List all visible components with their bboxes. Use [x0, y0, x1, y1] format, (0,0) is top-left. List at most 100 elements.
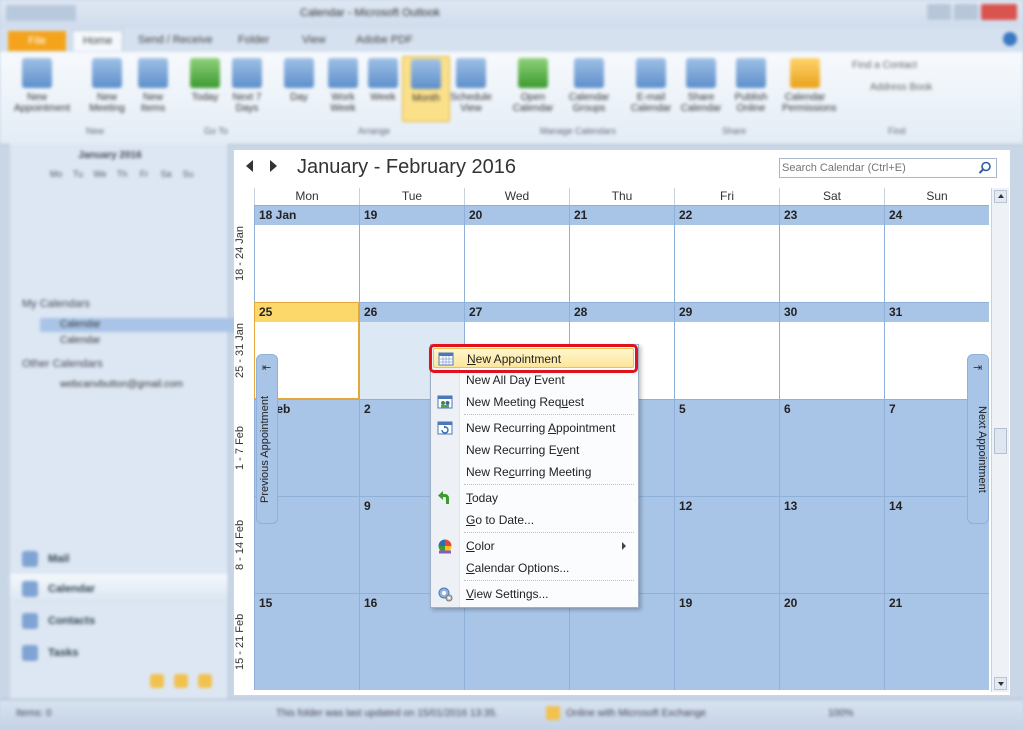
week-label-text: 8 - 14 Feb — [234, 519, 246, 570]
scroll-down-arrow-icon[interactable] — [994, 677, 1007, 690]
day-name: Wed — [464, 188, 569, 205]
day-cell[interactable]: 21 — [569, 205, 674, 302]
next-7-days-ribbon-button[interactable]: Next 7 Days — [224, 56, 270, 114]
mini-weekday: Fr — [139, 169, 149, 179]
search-input[interactable] — [782, 160, 972, 176]
back-arrow-icon[interactable] — [246, 160, 253, 172]
day-cell[interactable]: 24 — [884, 205, 989, 302]
ribbon-label: New Items — [140, 92, 166, 114]
mini-weekday: Tu — [72, 169, 84, 179]
scroll-thumb[interactable] — [994, 428, 1007, 454]
menu-item-view-settings[interactable]: View Settings... — [433, 584, 634, 604]
find-contact-input[interactable]: Find a Contact — [852, 60, 917, 71]
day-cell[interactable]: 13 — [779, 496, 884, 593]
day-cell[interactable]: 19 — [359, 205, 464, 302]
open-calendar-ribbon-button[interactable]: Open Calendar — [510, 56, 556, 114]
day-view-icon — [284, 58, 314, 88]
tab-view[interactable]: View — [302, 34, 326, 46]
tab-home[interactable]: Home — [72, 30, 124, 51]
close-button[interactable] — [981, 4, 1017, 20]
day-cell[interactable]: 18 Jan — [254, 205, 359, 302]
tab-send-receive[interactable]: Send / Receive — [138, 34, 213, 46]
new-meeting-ribbon-button[interactable]: New Meeting — [84, 56, 130, 114]
nav-contacts-button[interactable]: Contacts — [10, 606, 228, 636]
menu-item-new-meeting-request[interactable]: New Meeting Request — [433, 392, 634, 412]
day-cell[interactable]: 19 — [674, 593, 779, 690]
nav-button-label: Tasks — [48, 647, 79, 659]
calendar-item[interactable]: webcanvbutton@gmail.com — [40, 378, 245, 392]
address-book-button[interactable]: Address Book — [870, 82, 932, 93]
meeting-icon — [437, 395, 453, 409]
calendar-groups-ribbon-button[interactable]: Calendar Groups — [566, 56, 612, 114]
day-cell[interactable]: 29 — [674, 302, 779, 399]
day-cell[interactable]: 12 — [674, 496, 779, 593]
menu-separator — [464, 580, 634, 581]
day-cell[interactable]: 21 — [884, 593, 989, 690]
schedule-view-ribbon-button[interactable]: Schedule View — [448, 56, 494, 114]
search-field[interactable] — [779, 158, 997, 178]
menu-item-new-recurring-event[interactable]: New Recurring Event — [433, 440, 634, 460]
week-ribbon-button[interactable]: Week — [360, 56, 406, 103]
share-calendar-ribbon-button[interactable]: Share Calendar — [678, 56, 724, 114]
today-ribbon-button[interactable]: Today — [182, 56, 228, 103]
day-cell[interactable]: 15 — [254, 593, 359, 690]
my-calendars-header[interactable]: My Calendars — [22, 298, 90, 310]
scroll-up-arrow-icon[interactable] — [994, 190, 1007, 203]
menu-item-calendar-options[interactable]: Calendar Options... — [433, 558, 634, 578]
menu-item-new-all-day-event[interactable]: New All Day Event — [433, 370, 634, 390]
maximize-button[interactable] — [954, 4, 978, 20]
email-calendar-ribbon-button[interactable]: E-mail Calendar — [628, 56, 674, 114]
mini-calendar[interactable]: Mo Tu We Th Fr Sa Su — [45, 166, 205, 182]
search-icon[interactable] — [978, 161, 992, 175]
help-icon[interactable] — [1003, 32, 1017, 46]
vertical-scrollbar[interactable] — [991, 188, 1009, 692]
calendar-item[interactable]: Calendar — [40, 318, 245, 332]
nav-calendar-button[interactable]: Calendar — [10, 574, 228, 604]
tab-adobe-pdf[interactable]: Adobe PDF — [356, 34, 413, 46]
forward-arrow-icon[interactable] — [270, 160, 277, 172]
file-tab[interactable]: File — [8, 31, 66, 51]
mini-weekday: Mo — [49, 169, 63, 179]
month-ribbon-button[interactable]: Month — [402, 56, 450, 122]
menu-item-new-recurring-meeting[interactable]: New Recurring Meeting — [433, 462, 634, 482]
status-bar: Items: 0 This folder was last updated on… — [0, 699, 1023, 730]
menu-item-go-to-date[interactable]: Go to Date... — [433, 510, 634, 530]
other-calendars-header[interactable]: Other Calendars — [22, 358, 103, 370]
day-ribbon-button[interactable]: Day — [276, 56, 322, 103]
minimize-button[interactable] — [927, 4, 951, 20]
nav-tasks-button[interactable]: Tasks — [10, 638, 228, 668]
calendar-item[interactable]: Calendar — [40, 334, 245, 348]
appointment-icon — [22, 58, 52, 88]
publish-online-ribbon-button[interactable]: Publish Online — [728, 56, 774, 114]
window-controls — [924, 4, 1017, 23]
shortcuts-icon[interactable] — [198, 674, 212, 688]
ribbon: New Appointment New Meeting New Items To… — [0, 52, 1023, 145]
day-cell[interactable]: 20 — [779, 593, 884, 690]
next-appointment-tab[interactable]: ⇥ Next Appointment — [967, 354, 989, 524]
tab-folder[interactable]: Folder — [238, 34, 269, 46]
ribbon-group-share: Share — [722, 126, 747, 136]
day-cell[interactable]: 5 — [674, 399, 779, 496]
day-cell[interactable]: 20 — [464, 205, 569, 302]
day-cell[interactable]: 30 — [779, 302, 884, 399]
day-cell[interactable]: 23 — [779, 205, 884, 302]
menu-item-today[interactable]: Today — [433, 488, 634, 508]
nav-mail-button[interactable]: Mail — [10, 544, 228, 574]
previous-appointment-tab[interactable]: ⇤ Previous Appointment — [256, 354, 278, 524]
menu-item-new-recurring-appointment[interactable]: New Recurring Appointment — [433, 418, 634, 438]
calendar-permissions-ribbon-button[interactable]: Calendar Permissions — [782, 56, 836, 114]
menu-item-color[interactable]: Color — [433, 536, 634, 556]
day-cell[interactable]: 6 — [779, 399, 884, 496]
notes-icon[interactable] — [150, 674, 164, 688]
tasks-icon — [22, 645, 38, 661]
chevron-left-icon: ⇤ — [262, 362, 272, 374]
open-calendar-icon — [518, 58, 548, 88]
quick-access-toolbar[interactable] — [6, 5, 76, 21]
new-items-ribbon-button[interactable]: New Items — [130, 56, 176, 114]
folder-icon[interactable] — [174, 674, 188, 688]
new-appointment-ribbon-button[interactable]: New Appointment — [14, 56, 70, 114]
day-cell[interactable]: 22 — [674, 205, 779, 302]
day-number: 28 — [570, 303, 674, 322]
menu-item-new-appointment[interactable]: New Appointment — [433, 348, 634, 368]
menu-separator — [464, 532, 634, 533]
